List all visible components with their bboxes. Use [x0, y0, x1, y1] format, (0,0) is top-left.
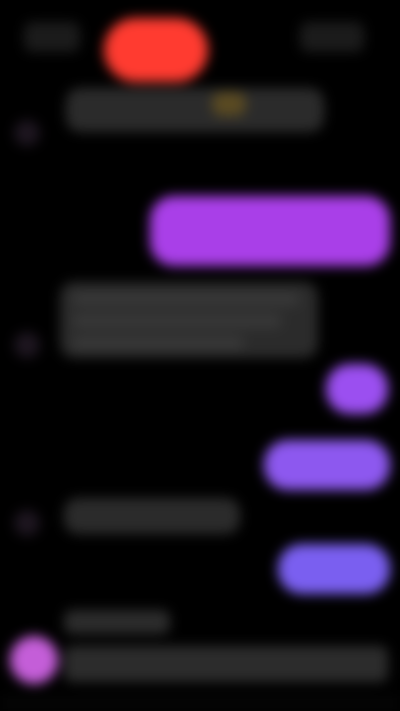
bottom-edge — [0, 696, 400, 711]
incoming-message-bubble[interactable] — [66, 88, 324, 132]
blurred-chat-screen — [0, 0, 400, 711]
avatar[interactable] — [14, 332, 40, 358]
emoji-icon — [212, 92, 246, 116]
message-line — [72, 292, 300, 306]
header-right-item[interactable] — [300, 22, 364, 52]
outgoing-message-bubble[interactable] — [278, 544, 390, 594]
avatar[interactable] — [10, 636, 58, 684]
message-line — [72, 314, 282, 328]
sender-name-line — [64, 610, 170, 634]
incoming-message-bubble[interactable] — [64, 498, 240, 534]
outgoing-message-bubble[interactable] — [326, 364, 388, 414]
notification-badge[interactable] — [104, 18, 208, 82]
message-line — [64, 646, 388, 682]
header-left-item[interactable] — [24, 22, 80, 52]
avatar[interactable] — [14, 510, 40, 536]
outgoing-message-bubble[interactable] — [264, 440, 390, 490]
outgoing-message-bubble[interactable] — [150, 196, 390, 266]
message-line — [72, 336, 244, 350]
avatar[interactable] — [14, 120, 40, 146]
